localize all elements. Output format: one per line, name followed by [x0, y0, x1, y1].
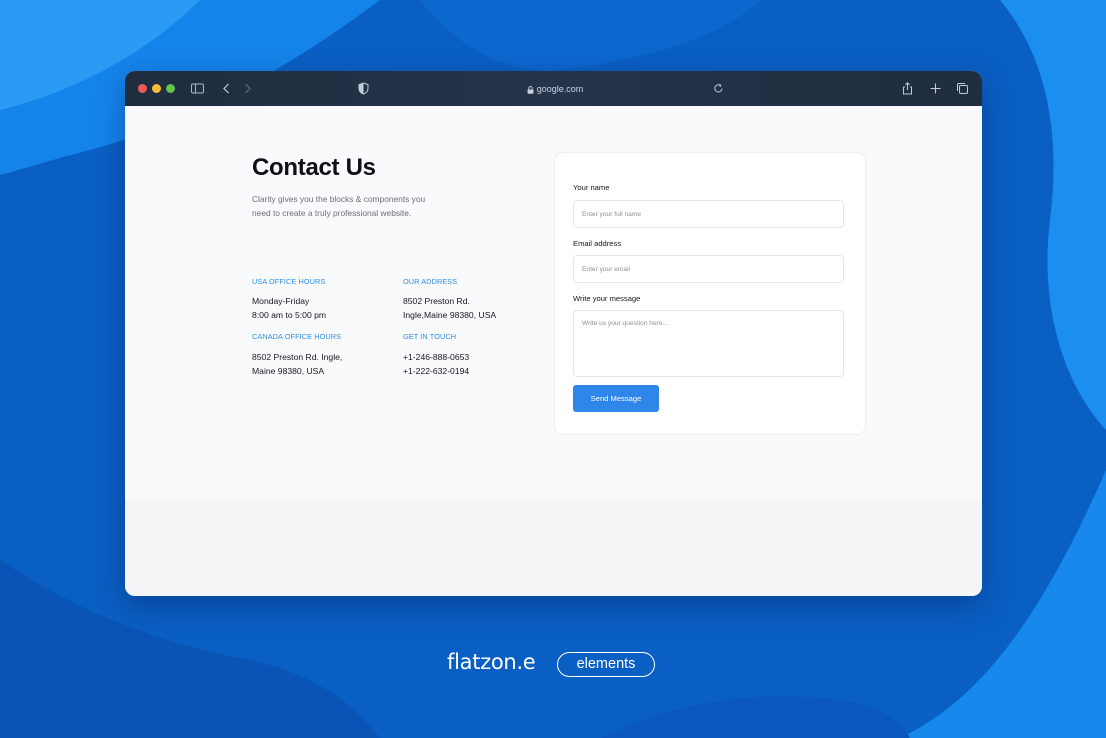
contact-form-card: Your name Enter your full name Email add…	[554, 152, 866, 435]
browser-window: google.com Contact Us Clarity gives you …	[125, 71, 982, 596]
name-field-label: Your name	[573, 183, 610, 192]
canada-office-hours-line1: 8502 Preston Rd. Ingle,	[252, 352, 343, 362]
name-input[interactable]: Enter your full name	[573, 200, 844, 228]
email-input-placeholder: Enter your email	[582, 266, 631, 273]
our-address-label: OUR ADDRESS	[403, 277, 458, 286]
reload-icon[interactable]	[710, 80, 727, 97]
message-textarea-placeholder: Write us your question here...	[582, 320, 669, 327]
brand-elements-badge: elements	[557, 652, 655, 677]
tab-overview-icon[interactable]	[954, 80, 971, 97]
canada-office-hours-label: CANADA OFFICE HOURS	[252, 332, 342, 341]
name-input-placeholder: Enter your full name	[582, 211, 642, 218]
page-footer-area	[125, 500, 982, 596]
maximize-window-icon[interactable]	[166, 84, 175, 93]
usa-office-hours-line2: 8:00 am to 5:00 pm	[252, 310, 327, 320]
lock-icon	[527, 85, 534, 94]
privacy-shield-icon[interactable]	[355, 80, 372, 97]
web-page: Contact Us Clarity gives you the blocks …	[125, 106, 982, 596]
url-text: google.com	[536, 84, 584, 94]
get-in-touch-label: GET IN TOUCH	[403, 332, 457, 341]
brand-wordmark: flatzon.e	[447, 650, 536, 674]
new-tab-icon[interactable]	[927, 80, 944, 97]
minimize-window-icon[interactable]	[152, 84, 161, 93]
canada-office-hours-line2: Maine 98380, USA	[252, 366, 325, 376]
message-field-label: Write your message	[573, 294, 641, 303]
email-field-label: Email address	[573, 239, 622, 248]
message-textarea[interactable]: Write us your question here...	[573, 310, 844, 377]
address-bar[interactable]: google.com	[505, 81, 605, 97]
phone-number-1[interactable]: +1-246-888-0653	[403, 350, 469, 364]
share-icon[interactable]	[899, 80, 916, 97]
usa-office-hours-line1: Monday-Friday	[252, 296, 310, 306]
our-address-line2: Ingle,Maine 98380, USA	[403, 310, 497, 320]
page-subtitle: Clarity gives you the blocks & component…	[252, 194, 426, 218]
email-input[interactable]: Enter your email	[573, 255, 844, 283]
usa-office-hours-label: USA OFFICE HOURS	[252, 277, 326, 286]
our-address-line1: 8502 Preston Rd.	[403, 296, 470, 306]
close-window-icon[interactable]	[138, 84, 147, 93]
phone-number-2[interactable]: +1-222-632-0194	[403, 364, 469, 378]
page-title: Contact Us	[252, 154, 376, 181]
sidebar-icon[interactable]	[189, 80, 206, 97]
forward-icon[interactable]	[239, 80, 256, 97]
back-icon[interactable]	[218, 80, 235, 97]
send-message-button[interactable]: Send Message	[573, 385, 659, 412]
browser-titlebar: google.com	[125, 71, 982, 106]
